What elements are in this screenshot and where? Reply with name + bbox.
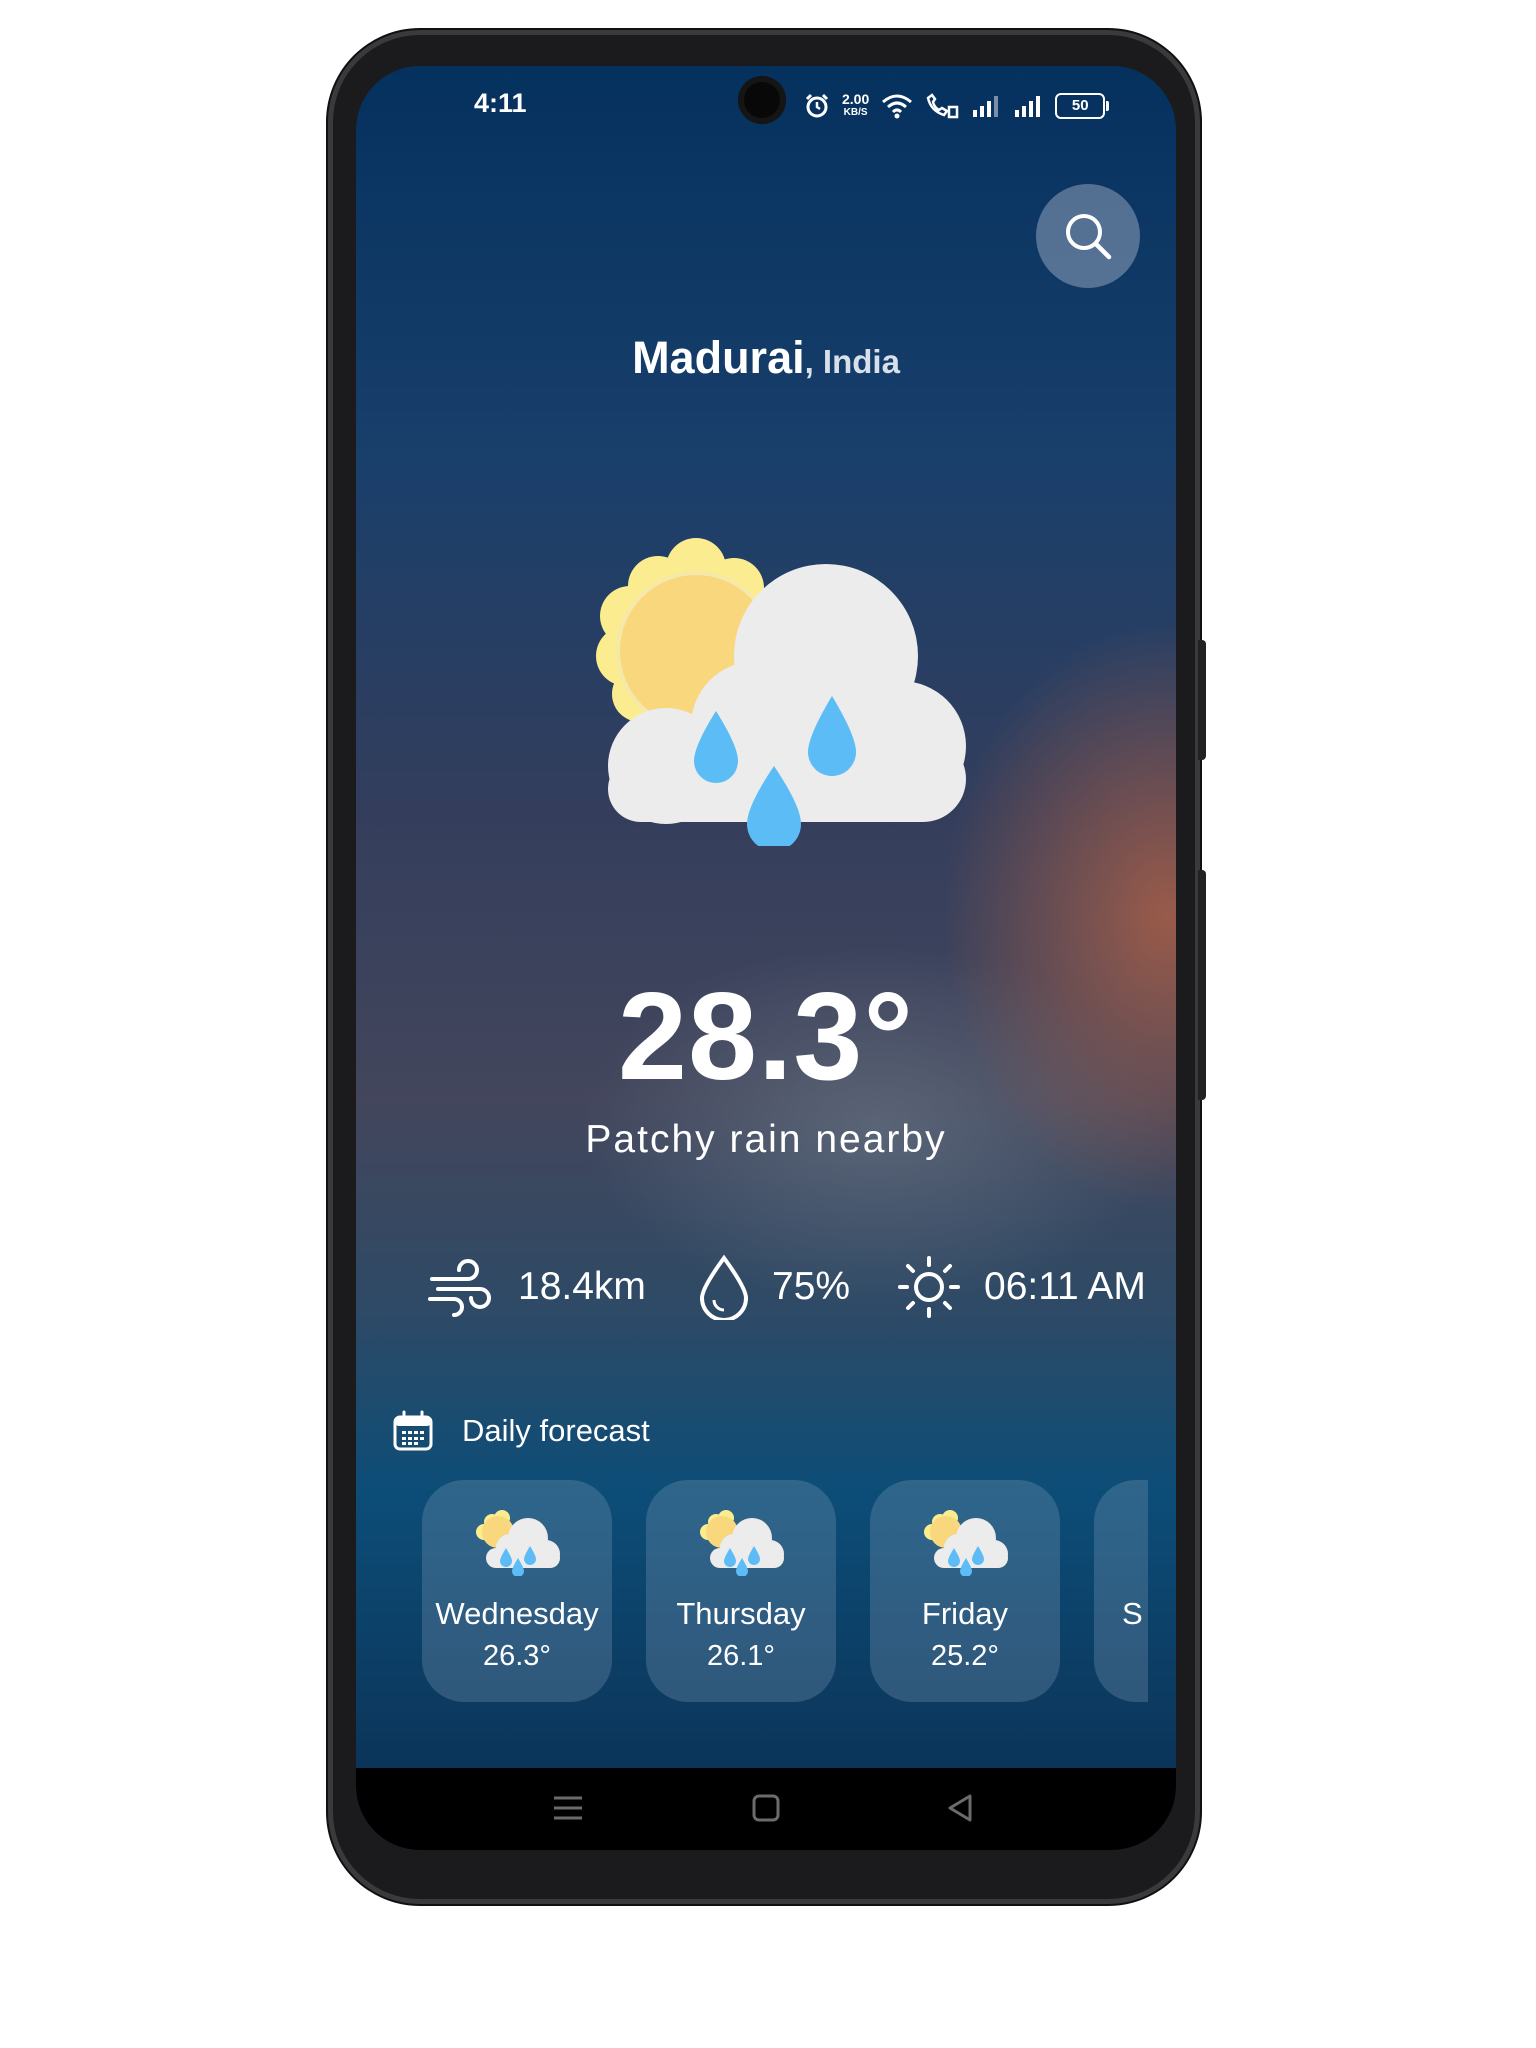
net-speed-unit: KB/S — [843, 107, 868, 118]
sunrise-stat: 06:11 AM — [896, 1252, 1146, 1322]
wind-value: 18.4km — [518, 1265, 646, 1308]
droplet-icon — [699, 1254, 749, 1320]
sun-icon — [898, 1256, 960, 1318]
wifi-call-icon — [926, 93, 959, 119]
daily-forecast-header: Daily forecast — [392, 1410, 650, 1452]
app-screen: 4:11 2.00 KB/S 50 Madurai, India 28.3° P… — [356, 66, 1176, 1850]
forecast-card[interactable]: S — [1094, 1480, 1148, 1702]
alarm-icon — [805, 93, 829, 118]
camera-icon — [738, 76, 786, 124]
volume-button — [1198, 640, 1206, 760]
signal-icon — [973, 96, 999, 117]
location-title: Madurai, India — [356, 332, 1176, 384]
forecast-day: S — [1122, 1596, 1143, 1631]
power-button — [1198, 870, 1206, 1100]
back-icon[interactable] — [942, 1790, 978, 1826]
forecast-list[interactable]: Wednesday 26.3° Thursday 26.1° Friday 25… — [422, 1480, 1148, 1704]
wind-stat: 18.4km — [428, 1252, 646, 1322]
forecast-temp: 25.2° — [930, 1640, 1000, 1672]
humidity-value: 75% — [772, 1265, 851, 1308]
system-nav-bar — [356, 1768, 1176, 1850]
forecast-day: Wednesday — [435, 1596, 599, 1631]
wind-icon — [428, 1259, 491, 1317]
battery-icon: 50 — [1055, 93, 1110, 119]
signal-icon — [1015, 96, 1041, 117]
daily-forecast-title: Daily forecast — [462, 1413, 650, 1448]
partly-cloudy-rain-icon — [596, 538, 966, 846]
forecast-temp: 26.3° — [482, 1640, 552, 1672]
partly-cloudy-rain-icon — [476, 1510, 560, 1576]
partly-cloudy-rain-icon — [700, 1510, 784, 1576]
status-bar: 4:11 2.00 KB/S 50 — [356, 66, 1176, 146]
forecast-day: Thursday — [676, 1596, 806, 1631]
forecast-card[interactable]: Friday 25.2° — [870, 1480, 1060, 1702]
search-button[interactable] — [1036, 184, 1140, 288]
menu-icon[interactable] — [550, 1790, 586, 1826]
forecast-day: Friday — [921, 1596, 1009, 1631]
current-temperature: 28.3° — [618, 968, 914, 1106]
net-speed-value: 2.00 — [842, 91, 870, 107]
sunrise-value: 06:11 AM — [984, 1265, 1146, 1308]
wifi-icon — [882, 94, 913, 119]
forecast-card[interactable]: Wednesday 26.3° — [422, 1480, 612, 1702]
status-time: 4:11 — [474, 88, 527, 118]
country-name: , India — [804, 343, 900, 380]
city-name: Madurai — [632, 332, 805, 383]
weather-condition: Patchy rain nearby — [585, 1118, 947, 1161]
forecast-card[interactable]: Thursday 26.1° — [646, 1480, 836, 1702]
partly-cloudy-rain-icon — [924, 1510, 1008, 1576]
calendar-icon — [393, 1410, 433, 1451]
forecast-temp: 26.1° — [706, 1640, 776, 1672]
search-icon — [1066, 214, 1112, 260]
net-speed: 2.00 KB/S — [842, 92, 869, 120]
status-icons: 2.00 KB/S 50 — [804, 86, 1110, 126]
home-icon[interactable] — [748, 1790, 784, 1826]
battery-level: 50 — [1071, 97, 1089, 114]
humidity-stat: 75% — [698, 1252, 850, 1322]
